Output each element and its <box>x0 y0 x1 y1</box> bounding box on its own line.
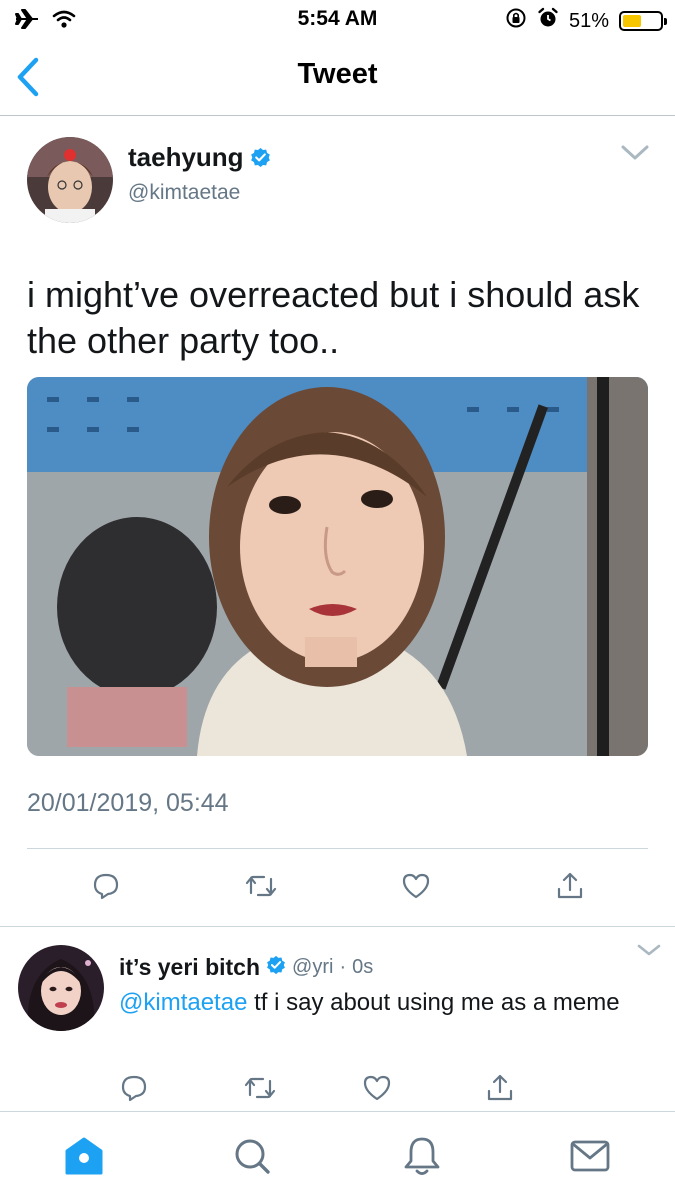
divider <box>0 926 675 927</box>
author-name-row: taehyung <box>128 142 271 173</box>
separator-dot: · <box>339 956 347 978</box>
reply-author-handle[interactable]: @yri <box>292 956 333 979</box>
battery-icon <box>619 11 667 31</box>
notifications-icon[interactable] <box>400 1134 444 1178</box>
battery-percent: 51% <box>568 9 609 32</box>
tweet-actions <box>0 869 675 909</box>
chevron-down-icon[interactable] <box>637 944 661 957</box>
page-title: Tweet <box>297 58 378 90</box>
battery-fill <box>623 15 642 27</box>
reply-body: tf i say about using me as a meme <box>254 989 620 1016</box>
like-icon[interactable] <box>399 869 433 903</box>
status-right: 51% <box>505 7 667 35</box>
reply-text: @kimtaetae tf i say about using me as a … <box>119 986 649 1019</box>
reply-icon[interactable] <box>89 869 123 903</box>
divider <box>27 848 648 849</box>
author-name[interactable]: taehyung <box>128 142 244 173</box>
avatar[interactable] <box>27 137 113 223</box>
status-bar: 5:54 AM 51% <box>0 0 675 40</box>
reply-author-name[interactable]: it’s yeri bitch <box>119 954 260 981</box>
nav-header: Tweet <box>0 40 675 116</box>
reply-header: it’s yeri bitch @yri · 0s <box>119 954 373 981</box>
avatar[interactable] <box>18 945 104 1031</box>
tweet-timestamp: 20/01/2019, 05:44 <box>27 789 229 817</box>
tab-bar <box>0 1112 675 1200</box>
orientation-lock-icon <box>505 7 527 35</box>
tweet-text: i might’ve overreacted but i should ask … <box>27 274 640 361</box>
retweet-icon[interactable] <box>244 869 278 903</box>
mention-link[interactable]: @kimtaetae <box>119 989 247 1016</box>
share-icon[interactable] <box>483 1071 517 1105</box>
messages-icon[interactable] <box>568 1134 612 1178</box>
chevron-down-icon[interactable] <box>621 145 649 161</box>
reply-time: 0s <box>352 956 374 978</box>
reply-icon[interactable] <box>117 1071 151 1105</box>
share-icon[interactable] <box>553 869 587 903</box>
verified-badge-icon <box>266 955 286 980</box>
author-handle[interactable]: @kimtaetae <box>128 181 240 205</box>
alarm-icon <box>537 7 559 35</box>
tweet-media-photo[interactable] <box>27 377 648 756</box>
like-icon[interactable] <box>360 1071 394 1105</box>
home-icon[interactable] <box>62 1134 106 1178</box>
reply-actions <box>0 1071 675 1105</box>
search-icon[interactable] <box>230 1134 274 1178</box>
retweet-icon[interactable] <box>243 1071 277 1105</box>
verified-badge-icon <box>250 147 271 168</box>
